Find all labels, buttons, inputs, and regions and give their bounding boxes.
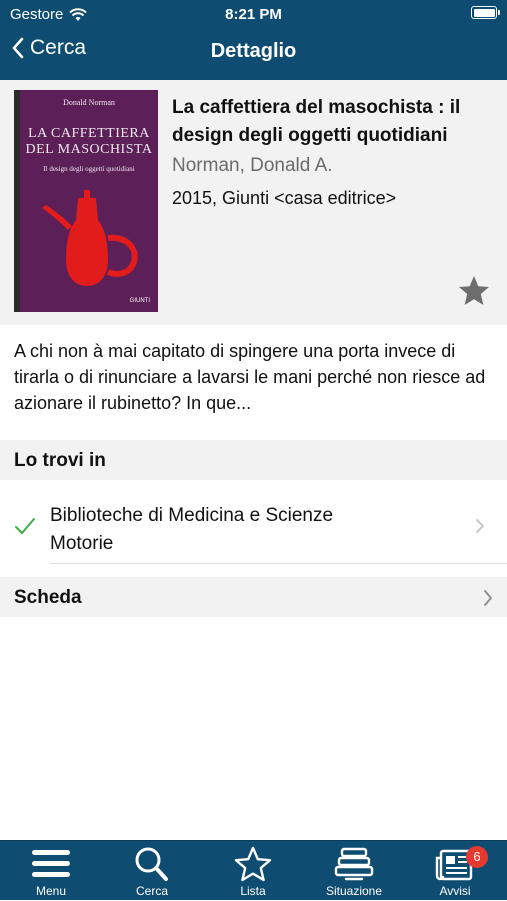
search-icon	[135, 847, 168, 881]
battery-icon	[471, 6, 500, 19]
book-title: La caffettiera del masochista : il desig…	[172, 97, 461, 146]
menu-icon	[32, 850, 70, 877]
chevron-right-icon	[476, 519, 484, 533]
cover-subtitle: Il design degli oggetti quotidiani	[43, 165, 135, 173]
tab-notices[interactable]: 6 Avvisi	[405, 841, 505, 901]
tab-situation-label: Situazione	[325, 884, 383, 898]
location-row[interactable]: Biblioteche di Medicina e Scienze Motori…	[0, 480, 507, 564]
favorite-star-button[interactable]	[457, 274, 491, 308]
tab-menu[interactable]: Menu	[1, 841, 101, 901]
books-icon	[334, 847, 374, 881]
check-icon	[15, 518, 35, 534]
navigation-bar: Cerca Dettaglio	[0, 30, 507, 74]
top-bar: Gestore 8:21 PM Cerca Dettaglio	[0, 0, 507, 80]
status-bar: Gestore 8:21 PM	[0, 0, 507, 28]
tab-search[interactable]: Cerca	[102, 841, 202, 901]
tab-situation[interactable]: Situazione	[304, 841, 404, 901]
row-separator	[50, 563, 507, 564]
chevron-right-icon	[484, 590, 492, 606]
cover-author: Donald Norman	[63, 98, 115, 107]
availability-header-label: Lo trovi in	[14, 450, 106, 471]
book-publication: 2015, Giunti <casa editrice>	[172, 188, 397, 208]
location-name: Biblioteche di Medicina e Scienze Motori…	[50, 505, 334, 554]
cover-publisher: GIUNTI	[129, 298, 150, 304]
cover-title-line1: LA CAFFETTIERA	[28, 126, 150, 141]
book-abstract: A chi non à mai capitato di spingere una…	[14, 341, 486, 413]
page-title: Dettaglio	[210, 40, 297, 62]
notification-badge: 6	[466, 846, 488, 868]
book-header: Donald Norman LA CAFFETTIERA DEL MASOCHI…	[0, 80, 507, 325]
book-cover: Donald Norman LA CAFFETTIERA DEL MASOCHI…	[14, 90, 158, 312]
tab-bar: Menu Cerca Lista Situazione 6 Avvisi	[0, 840, 507, 900]
tab-menu-label: Menu	[35, 884, 67, 898]
cover-title: LA CAFFETTIERA DEL MASOCHISTA	[20, 126, 158, 158]
clock: 8:21 PM	[225, 6, 282, 23]
record-header-label: Scheda	[14, 587, 82, 608]
tab-list-label: Lista	[240, 884, 266, 898]
tab-search-label: Cerca	[135, 884, 168, 898]
tab-list[interactable]: Lista	[203, 841, 303, 901]
record-row[interactable]: Scheda	[0, 577, 507, 617]
cover-title-line2: DEL MASOCHISTA	[25, 142, 153, 157]
book-info: La caffettiera del masochista : il desig…	[172, 94, 492, 210]
coffee-pot-illustration	[42, 190, 138, 286]
tab-notices-label: Avvisi	[439, 884, 471, 898]
star-icon	[234, 846, 272, 882]
book-author: Norman, Donald A.	[172, 155, 333, 176]
availability-header: Lo trovi in	[0, 440, 507, 480]
